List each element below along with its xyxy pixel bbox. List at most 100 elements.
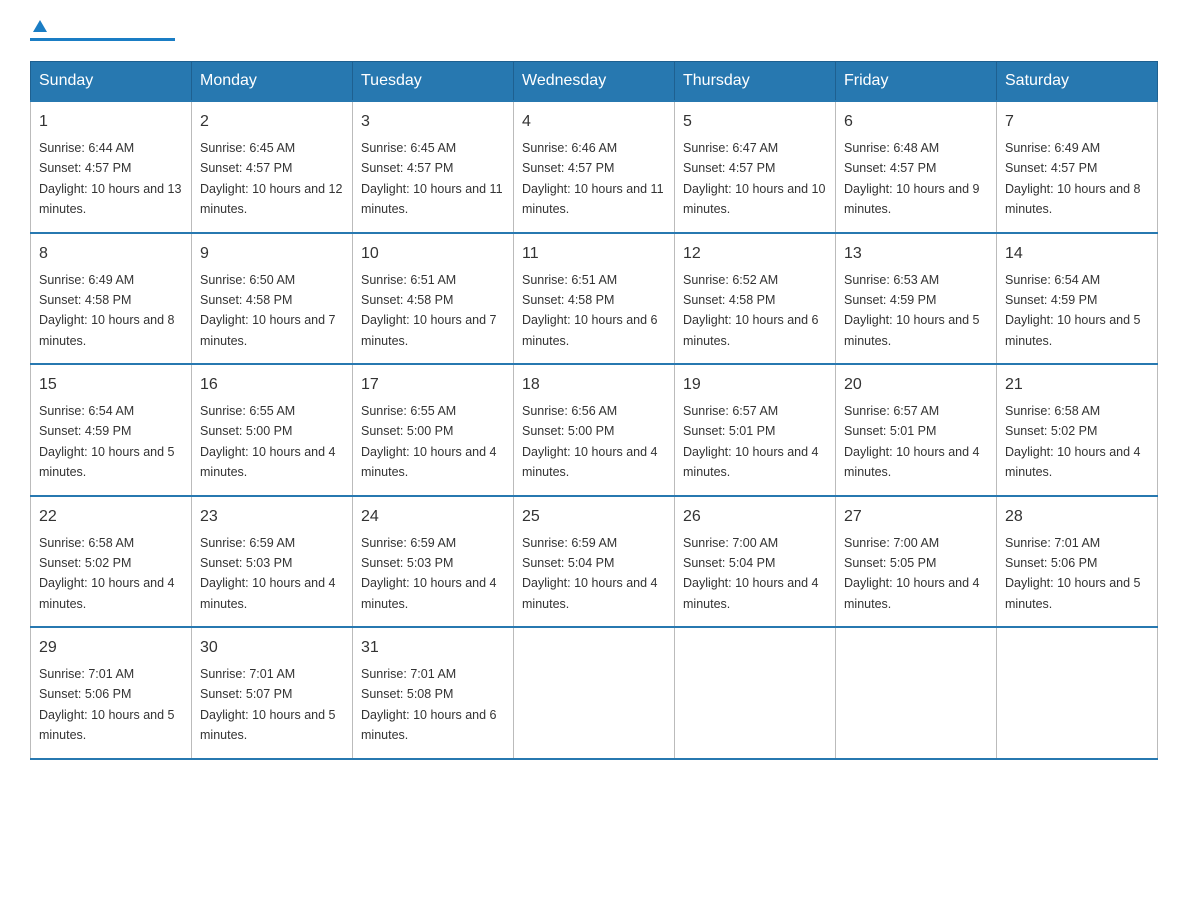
day-number: 9 [200, 242, 344, 266]
weekday-header-friday: Friday [836, 62, 997, 102]
day-number: 31 [361, 636, 505, 660]
calendar-cell: 5 Sunrise: 6:47 AMSunset: 4:57 PMDayligh… [675, 101, 836, 233]
day-info: Sunrise: 6:55 AMSunset: 5:00 PMDaylight:… [361, 404, 497, 479]
day-info: Sunrise: 6:58 AMSunset: 5:02 PMDaylight:… [1005, 404, 1141, 479]
day-number: 6 [844, 110, 988, 134]
day-info: Sunrise: 6:53 AMSunset: 4:59 PMDaylight:… [844, 273, 980, 348]
calendar-cell [675, 627, 836, 759]
day-number: 7 [1005, 110, 1149, 134]
day-info: Sunrise: 6:48 AMSunset: 4:57 PMDaylight:… [844, 141, 980, 216]
day-info: Sunrise: 6:54 AMSunset: 4:59 PMDaylight:… [39, 404, 175, 479]
calendar-cell: 13 Sunrise: 6:53 AMSunset: 4:59 PMDaylig… [836, 233, 997, 365]
day-info: Sunrise: 7:01 AMSunset: 5:07 PMDaylight:… [200, 667, 336, 742]
calendar-cell: 2 Sunrise: 6:45 AMSunset: 4:57 PMDayligh… [192, 101, 353, 233]
day-number: 4 [522, 110, 666, 134]
day-number: 8 [39, 242, 183, 266]
calendar-cell: 10 Sunrise: 6:51 AMSunset: 4:58 PMDaylig… [353, 233, 514, 365]
day-number: 19 [683, 373, 827, 397]
calendar-table: SundayMondayTuesdayWednesdayThursdayFrid… [30, 61, 1158, 760]
calendar-cell: 29 Sunrise: 7:01 AMSunset: 5:06 PMDaylig… [31, 627, 192, 759]
weekday-header-saturday: Saturday [997, 62, 1158, 102]
day-info: Sunrise: 6:59 AMSunset: 5:03 PMDaylight:… [200, 536, 336, 611]
day-info: Sunrise: 6:59 AMSunset: 5:04 PMDaylight:… [522, 536, 658, 611]
day-number: 28 [1005, 505, 1149, 529]
calendar-cell: 21 Sunrise: 6:58 AMSunset: 5:02 PMDaylig… [997, 364, 1158, 496]
day-info: Sunrise: 6:49 AMSunset: 4:57 PMDaylight:… [1005, 141, 1141, 216]
calendar-cell: 19 Sunrise: 6:57 AMSunset: 5:01 PMDaylig… [675, 364, 836, 496]
calendar-cell: 18 Sunrise: 6:56 AMSunset: 5:00 PMDaylig… [514, 364, 675, 496]
calendar-cell: 11 Sunrise: 6:51 AMSunset: 4:58 PMDaylig… [514, 233, 675, 365]
weekday-header-row: SundayMondayTuesdayWednesdayThursdayFrid… [31, 62, 1158, 102]
calendar-cell: 25 Sunrise: 6:59 AMSunset: 5:04 PMDaylig… [514, 496, 675, 628]
day-number: 23 [200, 505, 344, 529]
calendar-cell: 16 Sunrise: 6:55 AMSunset: 5:00 PMDaylig… [192, 364, 353, 496]
logo [30, 20, 190, 41]
calendar-cell: 27 Sunrise: 7:00 AMSunset: 5:05 PMDaylig… [836, 496, 997, 628]
day-number: 13 [844, 242, 988, 266]
day-info: Sunrise: 6:56 AMSunset: 5:00 PMDaylight:… [522, 404, 658, 479]
day-info: Sunrise: 7:00 AMSunset: 5:04 PMDaylight:… [683, 536, 819, 611]
day-number: 18 [522, 373, 666, 397]
calendar-week-row: 22 Sunrise: 6:58 AMSunset: 5:02 PMDaylig… [31, 496, 1158, 628]
calendar-cell: 15 Sunrise: 6:54 AMSunset: 4:59 PMDaylig… [31, 364, 192, 496]
weekday-header-wednesday: Wednesday [514, 62, 675, 102]
day-number: 26 [683, 505, 827, 529]
day-info: Sunrise: 6:51 AMSunset: 4:58 PMDaylight:… [361, 273, 497, 348]
day-info: Sunrise: 6:57 AMSunset: 5:01 PMDaylight:… [844, 404, 980, 479]
weekday-header-tuesday: Tuesday [353, 62, 514, 102]
calendar-cell: 24 Sunrise: 6:59 AMSunset: 5:03 PMDaylig… [353, 496, 514, 628]
calendar-cell: 3 Sunrise: 6:45 AMSunset: 4:57 PMDayligh… [353, 101, 514, 233]
day-info: Sunrise: 7:01 AMSunset: 5:06 PMDaylight:… [39, 667, 175, 742]
calendar-week-row: 1 Sunrise: 6:44 AMSunset: 4:57 PMDayligh… [31, 101, 1158, 233]
day-info: Sunrise: 7:01 AMSunset: 5:08 PMDaylight:… [361, 667, 497, 742]
day-number: 17 [361, 373, 505, 397]
calendar-cell: 4 Sunrise: 6:46 AMSunset: 4:57 PMDayligh… [514, 101, 675, 233]
calendar-cell: 1 Sunrise: 6:44 AMSunset: 4:57 PMDayligh… [31, 101, 192, 233]
calendar-cell: 26 Sunrise: 7:00 AMSunset: 5:04 PMDaylig… [675, 496, 836, 628]
calendar-week-row: 29 Sunrise: 7:01 AMSunset: 5:06 PMDaylig… [31, 627, 1158, 759]
calendar-cell: 17 Sunrise: 6:55 AMSunset: 5:00 PMDaylig… [353, 364, 514, 496]
day-number: 12 [683, 242, 827, 266]
day-info: Sunrise: 6:52 AMSunset: 4:58 PMDaylight:… [683, 273, 819, 348]
calendar-cell: 8 Sunrise: 6:49 AMSunset: 4:58 PMDayligh… [31, 233, 192, 365]
calendar-cell: 23 Sunrise: 6:59 AMSunset: 5:03 PMDaylig… [192, 496, 353, 628]
calendar-cell: 28 Sunrise: 7:01 AMSunset: 5:06 PMDaylig… [997, 496, 1158, 628]
day-info: Sunrise: 7:01 AMSunset: 5:06 PMDaylight:… [1005, 536, 1141, 611]
day-info: Sunrise: 6:57 AMSunset: 5:01 PMDaylight:… [683, 404, 819, 479]
day-number: 1 [39, 110, 183, 134]
day-number: 20 [844, 373, 988, 397]
day-number: 10 [361, 242, 505, 266]
day-number: 22 [39, 505, 183, 529]
day-number: 15 [39, 373, 183, 397]
day-number: 30 [200, 636, 344, 660]
day-info: Sunrise: 6:58 AMSunset: 5:02 PMDaylight:… [39, 536, 175, 611]
calendar-cell: 30 Sunrise: 7:01 AMSunset: 5:07 PMDaylig… [192, 627, 353, 759]
day-number: 3 [361, 110, 505, 134]
day-number: 25 [522, 505, 666, 529]
day-number: 27 [844, 505, 988, 529]
day-number: 16 [200, 373, 344, 397]
calendar-cell: 20 Sunrise: 6:57 AMSunset: 5:01 PMDaylig… [836, 364, 997, 496]
day-info: Sunrise: 6:47 AMSunset: 4:57 PMDaylight:… [683, 141, 825, 216]
page-header [30, 20, 1158, 41]
calendar-cell: 22 Sunrise: 6:58 AMSunset: 5:02 PMDaylig… [31, 496, 192, 628]
calendar-cell: 12 Sunrise: 6:52 AMSunset: 4:58 PMDaylig… [675, 233, 836, 365]
day-number: 2 [200, 110, 344, 134]
calendar-week-row: 8 Sunrise: 6:49 AMSunset: 4:58 PMDayligh… [31, 233, 1158, 365]
calendar-cell: 6 Sunrise: 6:48 AMSunset: 4:57 PMDayligh… [836, 101, 997, 233]
day-info: Sunrise: 6:51 AMSunset: 4:58 PMDaylight:… [522, 273, 658, 348]
day-number: 29 [39, 636, 183, 660]
day-number: 11 [522, 242, 666, 266]
day-number: 5 [683, 110, 827, 134]
day-info: Sunrise: 6:55 AMSunset: 5:00 PMDaylight:… [200, 404, 336, 479]
day-info: Sunrise: 6:44 AMSunset: 4:57 PMDaylight:… [39, 141, 181, 216]
day-info: Sunrise: 6:45 AMSunset: 4:57 PMDaylight:… [200, 141, 342, 216]
day-info: Sunrise: 6:46 AMSunset: 4:57 PMDaylight:… [522, 141, 664, 216]
weekday-header-sunday: Sunday [31, 62, 192, 102]
day-info: Sunrise: 6:45 AMSunset: 4:57 PMDaylight:… [361, 141, 503, 216]
day-info: Sunrise: 6:50 AMSunset: 4:58 PMDaylight:… [200, 273, 336, 348]
weekday-header-monday: Monday [192, 62, 353, 102]
calendar-cell: 7 Sunrise: 6:49 AMSunset: 4:57 PMDayligh… [997, 101, 1158, 233]
calendar-cell [836, 627, 997, 759]
day-info: Sunrise: 6:49 AMSunset: 4:58 PMDaylight:… [39, 273, 175, 348]
